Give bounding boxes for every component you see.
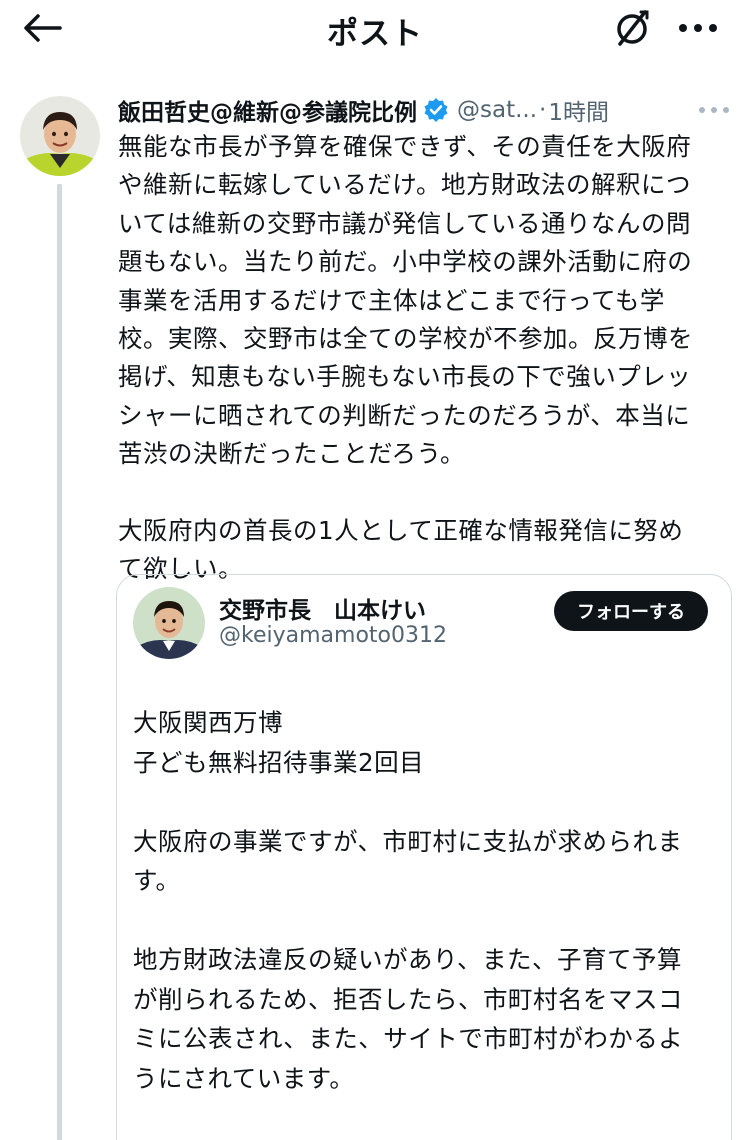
post-text: 無能な市長が予算を確保できず、その責任を大阪府 や維新に転嫁しているだけ。地方財…	[118, 132, 693, 584]
author-handle[interactable]: @sat...	[457, 97, 537, 123]
more-options-button[interactable]	[672, 6, 724, 50]
grok-icon	[617, 10, 649, 46]
follow-button[interactable]: フォローする	[554, 591, 708, 631]
quoted-author-name[interactable]: 交野市長 山本けい	[219, 591, 426, 625]
more-horizontal-icon	[699, 107, 729, 113]
quoted-author-avatar[interactable]	[133, 587, 205, 659]
quoted-avatar-image	[133, 587, 205, 659]
quoted-post[interactable]: 交野市長 山本けい @keiyamamoto0312 フォローする 大阪関西万博…	[116, 574, 732, 1140]
dot-separator: ·	[539, 97, 547, 123]
post-header: 飯田哲史@維新@参議院比例 @sat... · 1時間	[118, 92, 748, 128]
author-name[interactable]: 飯田哲史@維新@参議院比例	[118, 93, 417, 127]
author-avatar[interactable]	[20, 96, 100, 176]
more-horizontal-icon	[679, 24, 717, 32]
top-bar: ポスト	[0, 0, 750, 62]
verified-badge-icon	[423, 97, 449, 123]
thread-line	[57, 184, 62, 1140]
quoted-post-text: 大阪関西万博 子ども無料招待事業2回目 大阪府の事業ですが、市町村に支払が求めら…	[133, 708, 684, 1093]
post-time[interactable]: 1時間	[548, 93, 609, 127]
post-more-button[interactable]	[696, 96, 732, 124]
grok-button[interactable]	[608, 6, 656, 50]
quoted-author-handle[interactable]: @keiyamamoto0312	[219, 623, 447, 648]
author-avatar-image	[20, 96, 100, 176]
